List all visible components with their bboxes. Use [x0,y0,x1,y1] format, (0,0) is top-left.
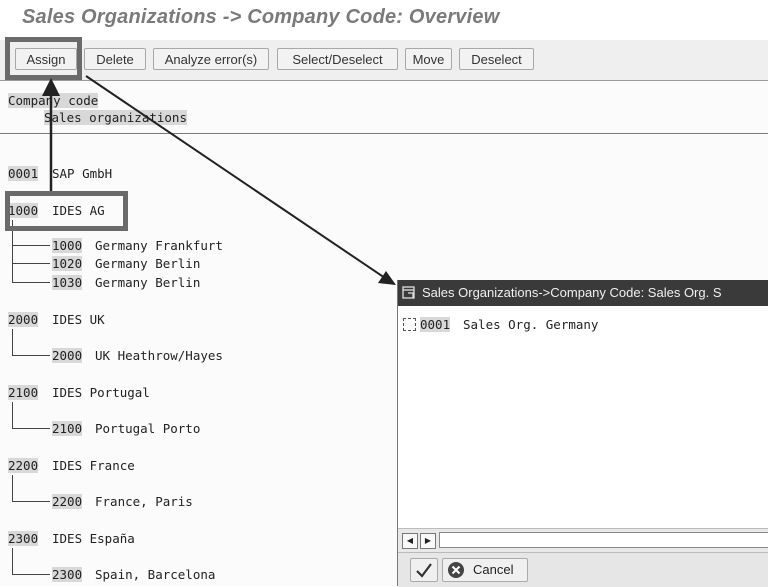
sales-org-number[interactable]: 1000 [52,238,83,253]
dialog-footer: Cancel [398,552,768,587]
company-code-name: SAP GmbH [52,166,113,181]
dialog-list: 0001 Sales Org. Germany [398,306,768,528]
sales-org-number[interactable]: 2200 [52,494,83,509]
scroll-right-icon[interactable]: ▶ [420,533,436,549]
title-bar: Sales Organizations -> Company Code: Ove… [0,0,768,41]
header-separator [0,133,768,134]
assign-callout-box [5,37,82,80]
sales-org-name: Portugal Porto [95,421,201,436]
sales-org-name: France, Paris [95,494,193,509]
tree-connector [12,402,13,428]
cancel-label: Cancel [473,562,514,577]
tree-connector [12,501,50,502]
company-code-number[interactable]: 2000 [8,312,39,327]
confirm-button[interactable] [410,558,438,582]
application-toolbar: Assign Delete Analyze error(s) Select/De… [0,40,768,81]
header-sales-organizations: Sales organizations [44,110,187,125]
cancel-icon [448,562,464,578]
dialog-title: Sales Organizations->Company Code: Sales… [422,285,722,300]
sales-org-name: Germany Berlin [95,256,201,271]
sales-org-number[interactable]: 1020 [52,256,83,271]
tree-connector [12,245,50,246]
dialog-item-name: Sales Org. Germany [463,317,599,332]
company-code-name: IDES Portugal [52,385,150,400]
select-deselect-button[interactable]: Select/Deselect [277,48,398,70]
tree-connector [12,548,13,574]
company-code-number[interactable]: 0001 [8,166,39,181]
scrollbar-track[interactable] [439,532,768,548]
company-code-name: IDES France [52,458,135,473]
company-code-number[interactable]: 2100 [8,385,39,400]
dialog-title-bar[interactable]: Sales Organizations->Company Code: Sales… [398,280,768,306]
move-button[interactable]: Move [405,48,452,70]
company-code-name: IDES UK [52,312,105,327]
tree-connector [12,475,13,501]
delete-button[interactable]: Delete [84,48,146,70]
checkmark-icon [416,563,432,578]
dialog-item-code[interactable]: 0001 [420,317,451,332]
sales-org-name: Germany Frankfurt [95,238,223,253]
company-code-number[interactable]: 2300 [8,531,39,546]
sales-org-name: Germany Berlin [95,275,201,290]
sales-org-name: Spain, Barcelona [95,567,216,582]
analyze-errors-button[interactable]: Analyze error(s) [153,48,269,70]
sales-org-number[interactable]: 1030 [52,275,83,290]
item-checkbox[interactable] [403,318,416,331]
cancel-button[interactable]: Cancel [442,558,528,582]
tree-connector [12,329,13,355]
sales-org-number[interactable]: 2100 [52,421,83,436]
dialog-window-icon [402,286,415,299]
tree-connector [12,282,50,283]
deselect-button[interactable]: Deselect [459,48,534,70]
scroll-left-icon[interactable]: ◀ [402,533,418,549]
tree-connector [12,574,50,575]
horizontal-scrollbar[interactable]: ◀ ▶ [398,528,768,553]
company-code-name: IDES España [52,531,135,546]
sales-org-number[interactable]: 2300 [52,567,83,582]
tree-connector [12,355,50,356]
company-code-callout-box [5,191,128,231]
sales-org-selection-dialog: Sales Organizations->Company Code: Sales… [397,280,768,587]
company-code-number[interactable]: 2200 [8,458,39,473]
window-title: Sales Organizations -> Company Code: Ove… [22,6,500,28]
header-company-code: Company code [8,93,99,108]
tree-connector [12,263,50,264]
sales-org-name: UK Heathrow/Hayes [95,348,223,363]
tree-connector [12,428,50,429]
sales-org-number[interactable]: 2000 [52,348,83,363]
